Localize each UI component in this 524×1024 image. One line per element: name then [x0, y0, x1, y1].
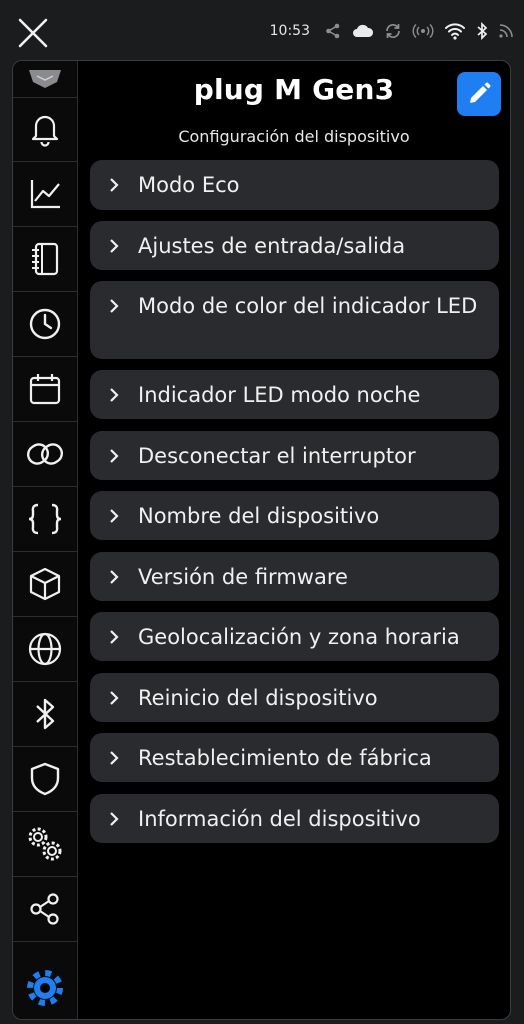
clock-icon: [29, 308, 61, 340]
sidebar-item-settings[interactable]: [13, 956, 77, 1019]
status-time: 10:53: [269, 23, 310, 39]
menu-item-label: Restablecimiento de fábrica: [138, 746, 432, 770]
menu-item-label: Información del dispositivo: [138, 807, 421, 831]
share-icon: [326, 23, 340, 39]
wifi-icon: [445, 23, 465, 40]
chevron-right-icon: [110, 388, 119, 402]
chevron-right-icon: [110, 630, 119, 644]
menu-item-label: Indicador LED modo noche: [138, 383, 421, 407]
sidebar-item-bluetooth[interactable]: [13, 682, 77, 747]
rss-icon: [499, 24, 513, 38]
edit-button[interactable]: [457, 72, 501, 116]
menu-item-disconnect-switch[interactable]: Desconectar el interruptor: [90, 431, 499, 480]
pencil-icon: [470, 82, 491, 103]
menu-item-label: Desconectar el interruptor: [138, 444, 416, 468]
menu-item-label: Ajustes de entrada/salida: [138, 234, 406, 258]
chevron-right-icon: [110, 691, 119, 705]
share-icon: [30, 893, 59, 925]
shield-icon: [30, 762, 60, 796]
menu-item-factory-reset[interactable]: Restablecimiento de fábrica: [90, 733, 499, 782]
chevron-right-icon: [110, 509, 119, 523]
sidebar: [13, 61, 78, 1019]
chevron-right-icon: [110, 812, 119, 826]
menu-item-firmware[interactable]: Versión de firmware: [90, 552, 499, 601]
chevron-right-icon: [110, 299, 119, 313]
menu-item-eco-mode[interactable]: Modo Eco: [90, 160, 499, 210]
menu-item-label: Nombre del dispositivo: [138, 504, 380, 528]
sidebar-item-log[interactable]: [13, 227, 77, 292]
sidebar-item-schedule[interactable]: [13, 292, 77, 357]
sidebar-item-calendar[interactable]: [13, 357, 77, 422]
menu-item-input-output[interactable]: Ajustes de entrada/salida: [90, 221, 499, 270]
menu-item-label: Modo Eco: [138, 173, 240, 197]
bell-icon: [31, 115, 59, 147]
status-bar: 10:53: [0, 0, 524, 60]
menu-item-reboot[interactable]: Reinicio del dispositivo: [90, 673, 499, 722]
notebook-icon: [32, 242, 59, 276]
chevron-right-icon: [110, 239, 119, 253]
close-button[interactable]: [14, 14, 52, 52]
bluetooth-icon: [477, 22, 488, 40]
sidebar-item-notifications[interactable]: [13, 97, 77, 162]
menu-item-device-name[interactable]: Nombre del dispositivo: [90, 491, 499, 540]
page-subtitle: Configuración del dispositivo: [178, 127, 410, 146]
menu-item-led-color[interactable]: Modo de color del indicador LED: [90, 281, 499, 359]
bluetooth-icon: [36, 698, 55, 730]
app-frame: plug M Gen3 Configuración del dispositiv…: [12, 60, 511, 1020]
sidebar-item-network[interactable]: [13, 617, 77, 682]
menu-item-led-night[interactable]: Indicador LED modo noche: [90, 370, 499, 419]
chevron-right-icon: [110, 449, 119, 463]
chart-line-icon: [30, 180, 60, 209]
settings-gear-icon: [27, 970, 63, 1006]
link-icon: [26, 443, 64, 465]
status-icons: 10:53: [270, 20, 514, 42]
sidebar-item-links[interactable]: [13, 422, 77, 487]
cloud-icon: [353, 24, 374, 37]
gears-icon: [28, 827, 62, 861]
sidebar-item-device[interactable]: [13, 61, 77, 98]
chevron-right-icon: [110, 751, 119, 765]
menu-item-device-info[interactable]: Información del dispositivo: [90, 794, 499, 843]
sidebar-item-scripts[interactable]: [13, 487, 77, 552]
sidebar-item-share[interactable]: [13, 877, 77, 942]
globe-icon: [28, 632, 62, 666]
calendar-icon: [29, 374, 61, 405]
menu-item-label: Versión de firmware: [138, 565, 348, 589]
menu-item-label: Modo de color del indicador LED: [138, 294, 478, 318]
radio-signal-icon: [412, 23, 434, 39]
device-icon: [29, 70, 61, 88]
sidebar-item-security[interactable]: [13, 747, 77, 812]
menu-item-label: Geolocalización y zona horaria: [138, 625, 460, 649]
chevron-right-icon: [110, 178, 119, 192]
cube-icon: [29, 567, 61, 601]
sidebar-item-components[interactable]: [13, 552, 77, 617]
menu-item-label: Reinicio del dispositivo: [138, 686, 378, 710]
menu-item-geolocation[interactable]: Geolocalización y zona horaria: [90, 612, 499, 661]
close-icon: [18, 18, 48, 48]
main-content: plug M Gen3 Configuración del dispositiv…: [78, 61, 510, 1019]
sync-icon: [386, 23, 400, 39]
chevron-right-icon: [110, 570, 119, 584]
sidebar-item-statistics[interactable]: [13, 162, 77, 227]
sidebar-item-advanced[interactable]: [13, 812, 77, 877]
page-title: plug M Gen3: [193, 73, 395, 106]
code-braces-icon: [28, 503, 62, 535]
